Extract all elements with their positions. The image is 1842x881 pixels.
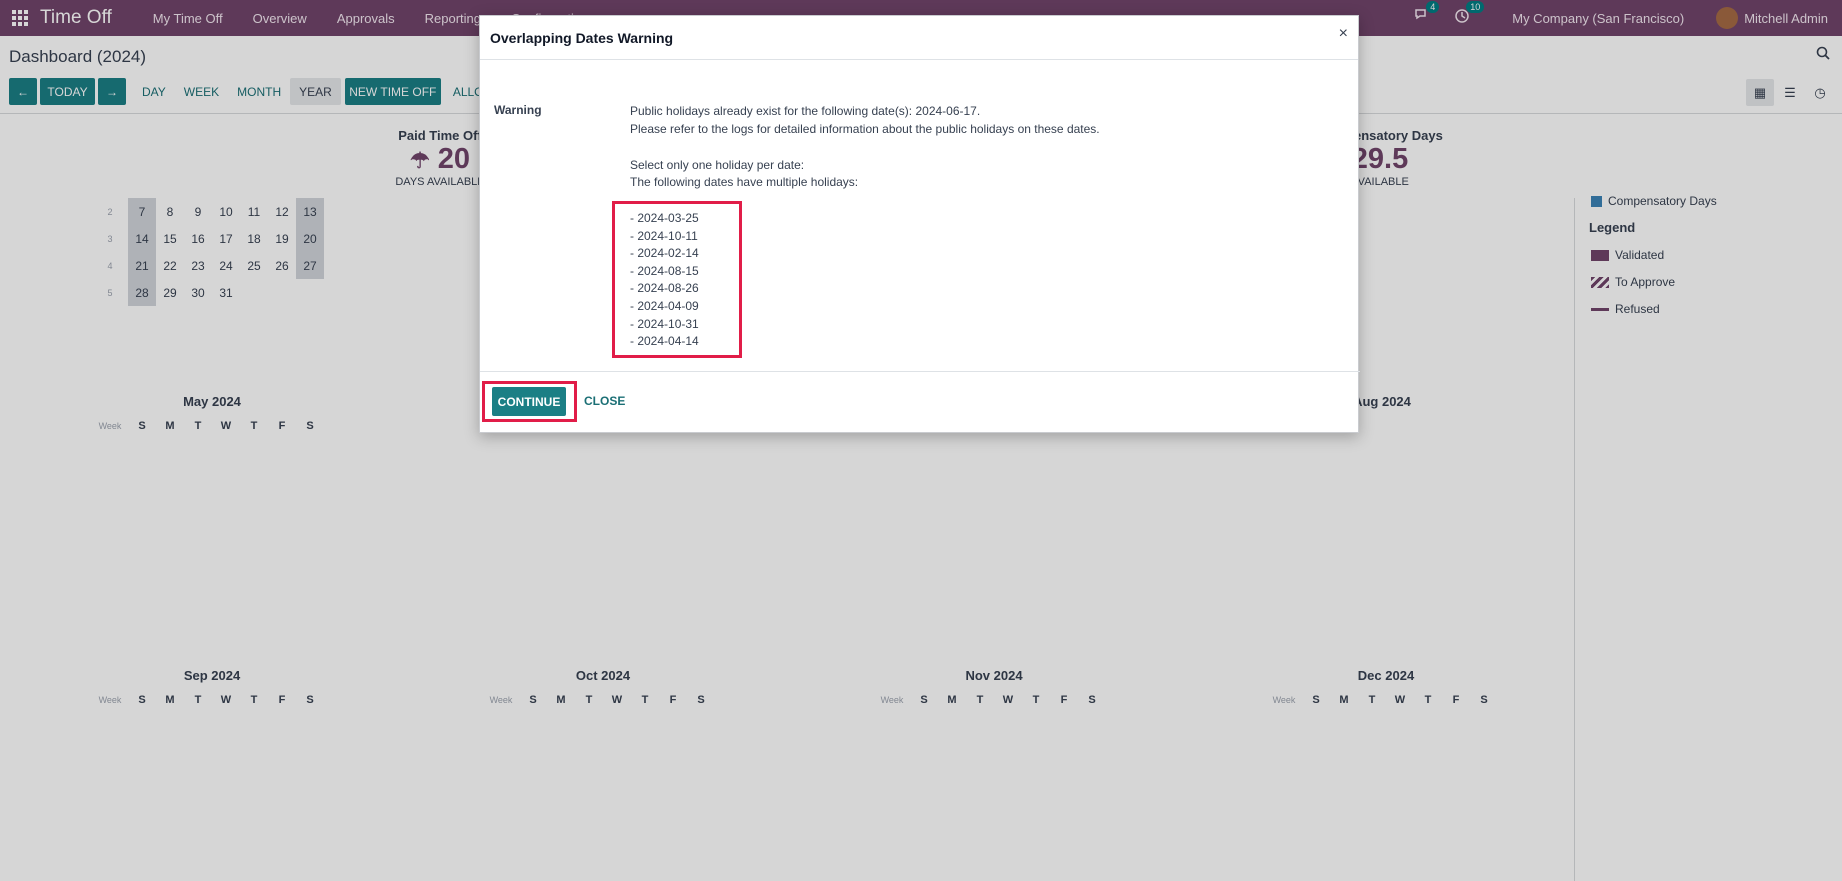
overlapping-dates-dialog: Overlapping Dates Warning × Warning Publ… (479, 15, 1360, 433)
duplicate-date: - 2024-02-14 (630, 246, 699, 260)
close-icon[interactable]: × (1339, 25, 1348, 43)
duplicate-date: - 2024-04-09 (630, 299, 699, 313)
dialog-header: Overlapping Dates Warning (480, 16, 1358, 60)
warning-line-4: The following dates have multiple holida… (630, 175, 859, 189)
continue-button[interactable]: CONTINUE (492, 387, 566, 416)
warning-line-1: Public holidays already exist for the fo… (630, 104, 981, 118)
dialog-body: Warning Public holidays already exist fo… (480, 61, 1360, 371)
close-button[interactable]: CLOSE (584, 394, 625, 408)
dialog-title: Overlapping Dates Warning (490, 29, 674, 46)
duplicate-date: - 2024-08-15 (630, 264, 699, 278)
warning-line-3: Select only one holiday per date: (630, 158, 805, 172)
duplicate-date: - 2024-10-31 (630, 317, 699, 331)
duplicate-date: - 2024-03-25 (630, 211, 699, 225)
warning-line-2: Please refer to the logs for detailed in… (630, 122, 1100, 136)
duplicate-date: - 2024-10-11 (630, 229, 698, 243)
dialog-footer: CONTINUE CLOSE (480, 371, 1360, 433)
duplicate-date: - 2024-08-26 (630, 281, 699, 295)
warning-field-label: Warning (494, 103, 542, 117)
duplicate-date: - 2024-04-14 (630, 334, 699, 348)
